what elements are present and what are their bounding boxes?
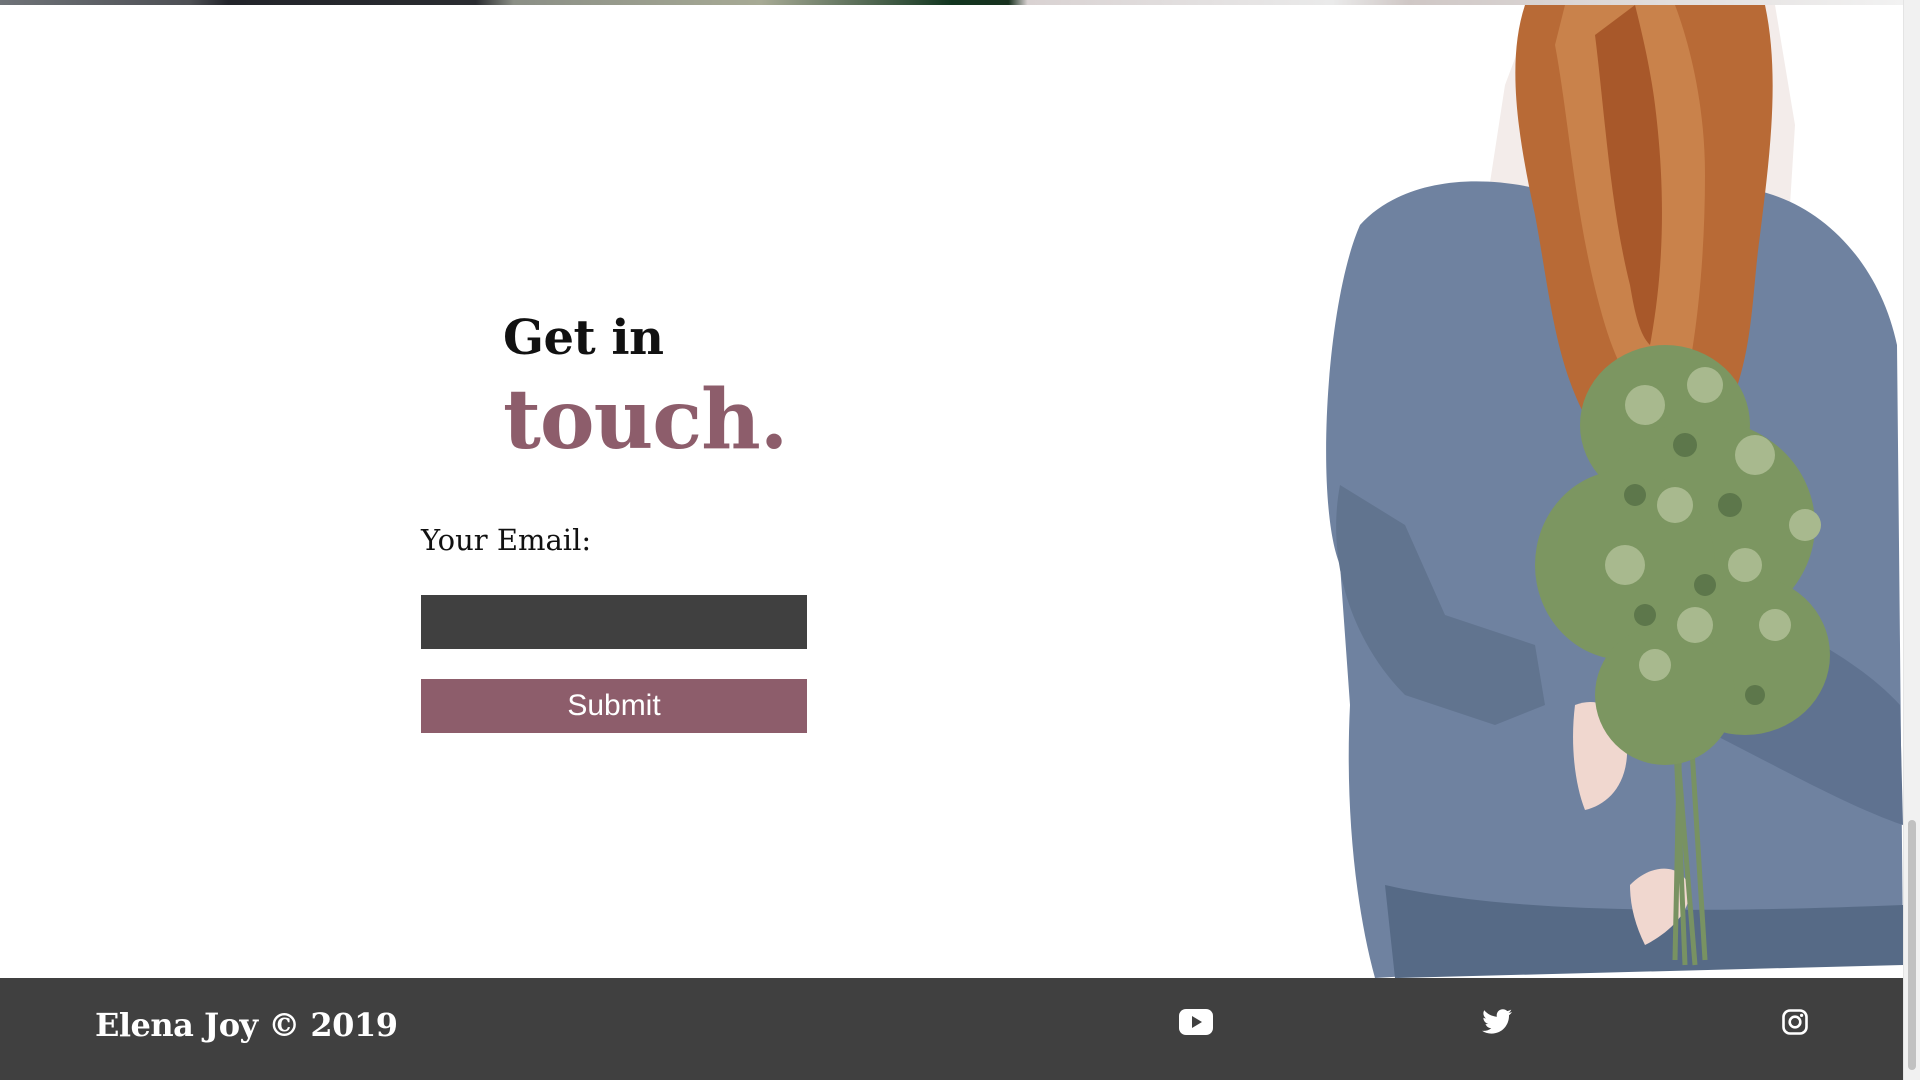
email-label: Your Email: <box>421 523 592 557</box>
email-input[interactable] <box>421 595 807 649</box>
contact-heading: Get in touch. <box>503 307 903 467</box>
submit-button[interactable]: Submit <box>421 679 807 733</box>
footer: Elena Joy © 2019 <box>0 978 1903 1080</box>
vertical-scrollbar[interactable] <box>1903 0 1920 1080</box>
youtube-icon[interactable] <box>1176 1002 1216 1042</box>
footer-copyright: Elena Joy © 2019 <box>95 1006 398 1044</box>
heading-line-2: touch. <box>503 372 788 468</box>
woman-with-bouquet-image <box>1235 5 1903 978</box>
heading-line-1: Get in <box>503 310 664 366</box>
contact-form: Your Email: Submit <box>421 520 807 733</box>
page: Get in touch. Your Email: Submit Elena J… <box>0 0 1920 1080</box>
twitter-icon[interactable] <box>1477 1002 1517 1042</box>
scrollbar-thumb[interactable] <box>1908 820 1916 1070</box>
instagram-icon[interactable] <box>1775 1002 1815 1042</box>
